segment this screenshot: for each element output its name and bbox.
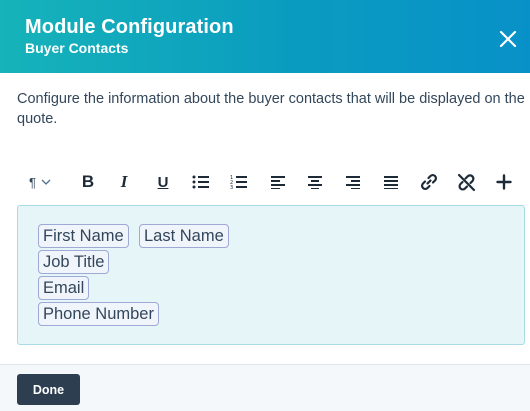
buyer-contacts-editor[interactable]: First Name Last Name Job Title Email Pho… bbox=[17, 205, 525, 345]
justify-button[interactable] bbox=[380, 170, 402, 194]
modal-subtitle: Buyer Contacts bbox=[25, 40, 129, 56]
token-last-name[interactable]: Last Name bbox=[139, 224, 229, 248]
paragraph-style-dropdown[interactable]: ¶ bbox=[23, 170, 57, 194]
bulleted-list-button[interactable] bbox=[190, 170, 212, 194]
bold-button[interactable]: B bbox=[77, 170, 99, 194]
align-center-icon bbox=[308, 176, 322, 189]
unlink-icon bbox=[457, 173, 475, 191]
bold-icon: B bbox=[81, 172, 95, 191]
italic-icon: I bbox=[120, 172, 128, 191]
align-right-button[interactable] bbox=[342, 170, 364, 194]
modal-footer: Done bbox=[0, 364, 530, 411]
insert-link-button[interactable] bbox=[418, 170, 440, 194]
justify-icon bbox=[384, 176, 398, 189]
underline-button[interactable]: U bbox=[153, 170, 173, 194]
plus-icon bbox=[496, 174, 512, 190]
token-job-title[interactable]: Job Title bbox=[38, 250, 110, 274]
underline-icon: U bbox=[157, 173, 169, 191]
modal-title: Module Configuration bbox=[25, 16, 234, 38]
align-left-button[interactable] bbox=[267, 170, 289, 194]
chevron-down-icon bbox=[41, 179, 51, 185]
numbered-list-icon: 1 2 3 bbox=[230, 175, 247, 190]
module-description: Configure the information about the buye… bbox=[17, 91, 525, 127]
paragraph-style-icon: ¶ bbox=[29, 174, 36, 190]
rich-text-toolbar: ¶ B I U 1 2 3 bbox=[17, 170, 522, 194]
italic-button[interactable]: I bbox=[114, 170, 134, 194]
close-icon bbox=[499, 30, 517, 48]
align-left-icon bbox=[271, 176, 285, 189]
close-button[interactable] bbox=[494, 25, 522, 53]
token-phone-number[interactable]: Phone Number bbox=[38, 302, 159, 326]
align-center-button[interactable] bbox=[304, 170, 326, 194]
done-button[interactable]: Done bbox=[17, 374, 80, 405]
token-first-name[interactable]: First Name bbox=[38, 224, 129, 248]
svg-text:3: 3 bbox=[230, 185, 233, 190]
remove-link-button[interactable] bbox=[454, 170, 478, 194]
token-email[interactable]: Email bbox=[38, 276, 90, 300]
link-icon bbox=[420, 173, 438, 191]
modal-header: Module Configuration Buyer Contacts bbox=[0, 0, 530, 73]
numbered-list-button[interactable]: 1 2 3 bbox=[228, 170, 250, 194]
align-right-icon bbox=[346, 176, 360, 189]
bulleted-list-icon bbox=[192, 175, 209, 189]
insert-more-button[interactable] bbox=[493, 170, 515, 194]
